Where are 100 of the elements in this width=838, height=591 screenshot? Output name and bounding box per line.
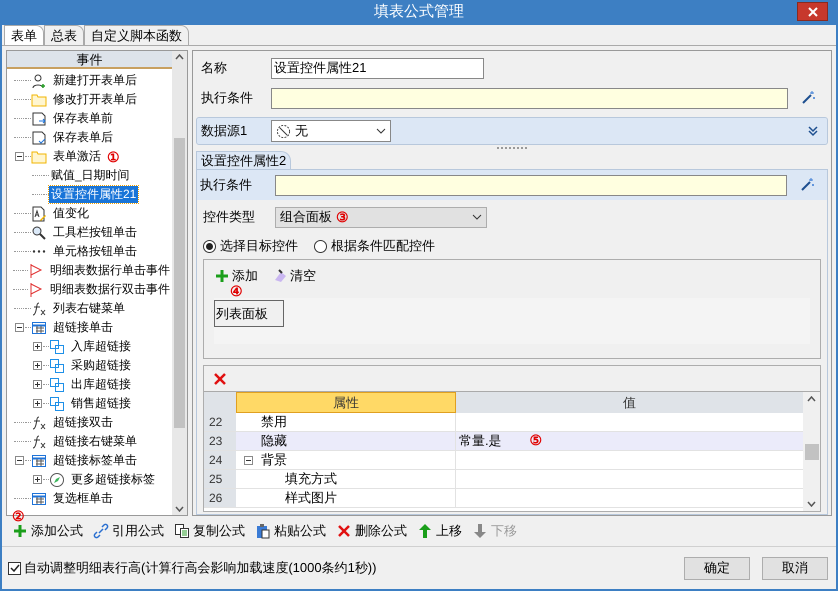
chevron-up-icon[interactable] bbox=[807, 396, 816, 402]
annotation-number: ⑤ bbox=[530, 433, 543, 448]
column-header: 事件 bbox=[7, 51, 172, 69]
tab[interactable]: 表单 bbox=[4, 25, 44, 45]
clear-button[interactable]: 清空 bbox=[272, 266, 316, 286]
dialog-button[interactable]: 取消 bbox=[762, 556, 828, 580]
expand-icon[interactable] bbox=[32, 399, 42, 408]
save-arrow-icon bbox=[31, 110, 47, 126]
close-button[interactable] bbox=[797, 2, 828, 21]
name-field[interactable]: 设置控件属性21 bbox=[271, 58, 484, 78]
tab[interactable]: 自定义脚本函数 bbox=[84, 25, 189, 45]
collapse-icon[interactable] bbox=[14, 152, 24, 161]
tree-item[interactable]: 采购超链接 bbox=[69, 357, 133, 374]
field-label: 名称 bbox=[201, 59, 228, 78]
expand-icon[interactable] bbox=[32, 475, 42, 484]
scrollbar-thumb[interactable] bbox=[804, 444, 818, 460]
no-entry-icon bbox=[276, 124, 291, 138]
toolbar-button[interactable]: 添加公式 bbox=[12, 521, 83, 541]
radio-option[interactable]: 根据条件匹配控件 bbox=[314, 236, 435, 256]
annotation-number: ② bbox=[12, 509, 25, 523]
tree-item[interactable]: 表单激活 bbox=[51, 148, 103, 165]
tree-item[interactable]: 明细表数据行单击事件 bbox=[48, 262, 172, 279]
tree-item[interactable]: 超链接单击 bbox=[51, 319, 115, 336]
plus-icon bbox=[214, 268, 230, 284]
property-name: 禁用 bbox=[261, 413, 287, 432]
tree-item[interactable]: 更多超链接标签 bbox=[69, 471, 157, 488]
toolbar-button[interactable]: 引用公式 bbox=[93, 521, 164, 541]
checkbox-option[interactable]: 自动调整明细表行高(计算行高会影响加载速度(1000条约1秒)) bbox=[8, 558, 376, 578]
datasource-select[interactable]: 无 bbox=[271, 120, 391, 142]
property-name: 背景 bbox=[261, 451, 287, 470]
clipboard-icon bbox=[255, 523, 271, 539]
select-value: 无 bbox=[295, 122, 309, 140]
tree-item[interactable]: 列表右键菜单 bbox=[51, 300, 127, 317]
condition-field[interactable] bbox=[271, 88, 788, 108]
collapse-icon[interactable] bbox=[244, 456, 253, 464]
chevron-down-icon[interactable] bbox=[807, 501, 816, 507]
table-icon bbox=[31, 320, 47, 336]
tree-item[interactable]: 保存表单前 bbox=[51, 110, 115, 127]
tree-item[interactable]: 值变化 bbox=[51, 205, 91, 222]
tree-item[interactable]: 修改打开表单后 bbox=[51, 91, 139, 108]
expand-icon[interactable] bbox=[32, 361, 42, 370]
delete-button[interactable] bbox=[212, 370, 228, 386]
annotation-number: ③ bbox=[336, 210, 349, 224]
scrollbar[interactable] bbox=[172, 51, 187, 515]
toolbar-button[interactable]: 删除公式 bbox=[336, 521, 407, 541]
link-icon bbox=[49, 338, 65, 354]
property-value: 常量.是 bbox=[459, 432, 502, 450]
window-title: 填表公式管理 bbox=[373, 2, 465, 22]
collapse-icon[interactable] bbox=[14, 456, 24, 465]
annotation-number: ① bbox=[107, 150, 120, 164]
tree-item[interactable]: 赋值_日期时间 bbox=[49, 167, 132, 184]
scrollbar[interactable] bbox=[803, 392, 820, 511]
tree-item[interactable]: 超链接右键菜单 bbox=[51, 433, 139, 450]
tree-item[interactable]: 入库超链接 bbox=[69, 338, 133, 355]
flag-icon bbox=[28, 262, 44, 278]
chevron-down-icon[interactable] bbox=[175, 506, 184, 512]
check-icon bbox=[10, 563, 20, 573]
checkbox[interactable] bbox=[8, 562, 21, 574]
tree-item[interactable]: 保存表单后 bbox=[51, 129, 115, 146]
column-header: 值 bbox=[456, 392, 803, 413]
tree-item[interactable]: 单元格按钮单击 bbox=[51, 243, 139, 260]
select-value: 组合面板 bbox=[280, 208, 332, 226]
add-button[interactable]: 添加 bbox=[214, 266, 258, 286]
tree-item[interactable]: 设置控件属性21 bbox=[49, 186, 138, 203]
close-icon bbox=[808, 6, 818, 16]
tree-item[interactable]: 超链接标签单击 bbox=[51, 452, 139, 469]
toolbar-button[interactable]: 上移 bbox=[417, 521, 462, 541]
close-icon bbox=[336, 523, 352, 539]
table-icon bbox=[31, 452, 47, 468]
control-type-select[interactable]: 组合面板 ③ bbox=[275, 206, 487, 228]
tree-item[interactable]: 新建打开表单后 bbox=[51, 72, 139, 89]
person-add-icon bbox=[31, 72, 47, 88]
tree-item[interactable]: 出库超链接 bbox=[69, 376, 133, 393]
tab[interactable]: 设置控件属性2 bbox=[196, 151, 292, 169]
plus-icon bbox=[12, 523, 28, 539]
dialog-button[interactable]: 确定 bbox=[684, 556, 750, 580]
tree-item[interactable]: 工具栏按钮单击 bbox=[51, 224, 139, 241]
folder-icon bbox=[31, 148, 47, 164]
scrollbar-thumb[interactable] bbox=[174, 138, 185, 428]
toolbar-button[interactable]: 复制公式 bbox=[174, 521, 245, 541]
magic-wand-icon[interactable] bbox=[800, 90, 816, 106]
function-icon bbox=[31, 414, 47, 430]
tab[interactable]: 总表 bbox=[44, 25, 84, 45]
tree-item[interactable]: 销售超链接 bbox=[69, 395, 133, 412]
tree-item[interactable]: 复选框单击 bbox=[51, 490, 115, 507]
expand-icon[interactable] bbox=[32, 380, 42, 389]
link-icon bbox=[49, 358, 65, 374]
toolbar-button[interactable]: 粘贴公式 bbox=[255, 521, 326, 541]
chevron-up-icon[interactable] bbox=[175, 54, 184, 60]
collapse-icon[interactable] bbox=[14, 323, 24, 332]
expand-icon[interactable] bbox=[32, 342, 42, 351]
target-item[interactable]: 列表面板 bbox=[214, 300, 284, 326]
magnifier-icon bbox=[31, 224, 47, 240]
condition-field[interactable] bbox=[275, 174, 787, 196]
magic-wand-icon[interactable] bbox=[799, 177, 815, 193]
tree-item[interactable]: 超链接双击 bbox=[51, 414, 115, 431]
tree-item[interactable]: 明细表数据行双击事件 bbox=[48, 281, 172, 298]
double-chevron-icon[interactable] bbox=[807, 125, 819, 137]
radio-option[interactable]: 选择目标控件 bbox=[203, 236, 298, 256]
function-icon bbox=[31, 434, 47, 450]
